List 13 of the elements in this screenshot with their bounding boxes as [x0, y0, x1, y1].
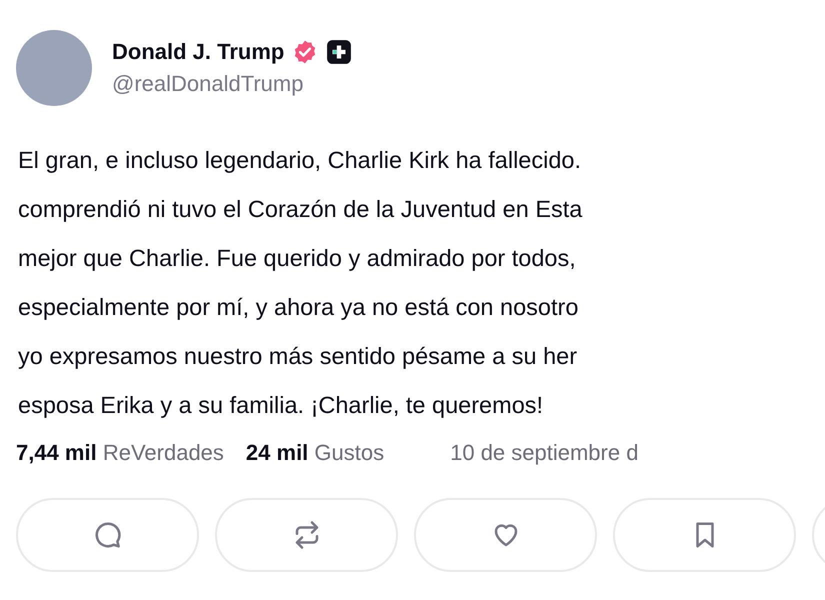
post-date: 10 de septiembre d — [450, 440, 638, 466]
stat-count[interactable]: 7,44 mil ReVerdades — [16, 440, 224, 466]
post-text-line: El gran, e incluso legendario, Charlie Kirk ha fallecido. — [18, 146, 582, 175]
post-text-line: comprendió ni tuvo el Corazón de la Juventud en Esta — [18, 195, 582, 224]
post-text-line: especialmente por mí, y ahora ya no está con nosotro — [18, 293, 578, 322]
post-text-line: yo expresamos nuestro más sentido pésame a su her — [18, 342, 578, 371]
post-text-line: mejor que Charlie. Fue querido y admirado por todos, — [18, 244, 576, 273]
plus-square-icon — [326, 39, 352, 65]
post-text-line: esposa Erika y a su familia. ¡Charlie, te queremos! — [18, 391, 544, 420]
stat-count[interactable]: 24 mil Gustos — [246, 440, 384, 466]
author-handle[interactable]: @realDonaldTrump — [112, 71, 352, 97]
author-name[interactable]: Donald J. Trump — [112, 39, 284, 65]
speech-bubble-icon — [92, 520, 122, 550]
